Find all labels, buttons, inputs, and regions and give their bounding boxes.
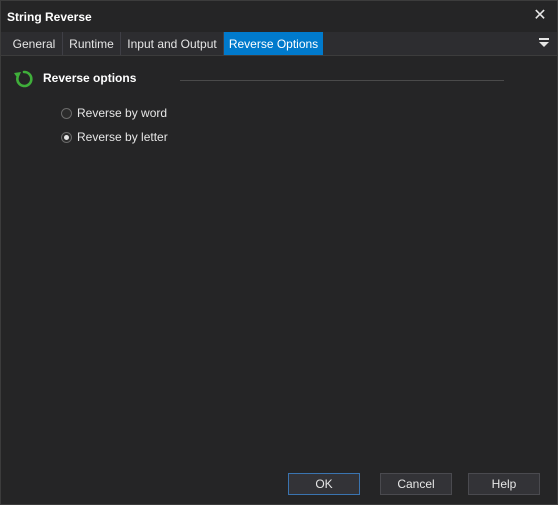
close-icon: ✕ <box>533 7 547 24</box>
radio-label: Reverse by letter <box>77 130 168 144</box>
title-bar[interactable]: String Reverse ✕ <box>1 1 557 31</box>
ok-button[interactable]: OK <box>288 473 360 495</box>
section-divider <box>180 80 504 81</box>
radio-button[interactable] <box>61 131 72 143</box>
tab-strip: General Runtime Input and Output Reverse… <box>1 32 557 56</box>
tab-runtime[interactable]: Runtime <box>63 32 121 55</box>
tab-general[interactable]: General <box>6 32 63 55</box>
window-title: String Reverse <box>7 10 92 24</box>
tab-input-and-output[interactable]: Input and Output <box>121 32 224 55</box>
radio-reverse-by-word[interactable]: Reverse by word <box>61 104 167 122</box>
help-button[interactable]: Help <box>468 473 540 495</box>
cancel-button[interactable]: Cancel <box>380 473 452 495</box>
close-button[interactable]: ✕ <box>529 5 551 27</box>
radio-reverse-by-letter[interactable]: Reverse by letter <box>61 128 168 146</box>
reverse-arrow-icon <box>14 70 33 88</box>
radio-button[interactable] <box>61 107 72 119</box>
section-header: Reverse options <box>13 68 136 88</box>
section-title: Reverse options <box>43 71 137 85</box>
tab-overflow-menu-icon[interactable] <box>539 38 549 48</box>
radio-label: Reverse by word <box>77 106 168 120</box>
dialog-window: String Reverse ✕ General Runtime Input a… <box>0 0 558 505</box>
tab-reverse-options[interactable]: Reverse Options <box>224 32 323 55</box>
